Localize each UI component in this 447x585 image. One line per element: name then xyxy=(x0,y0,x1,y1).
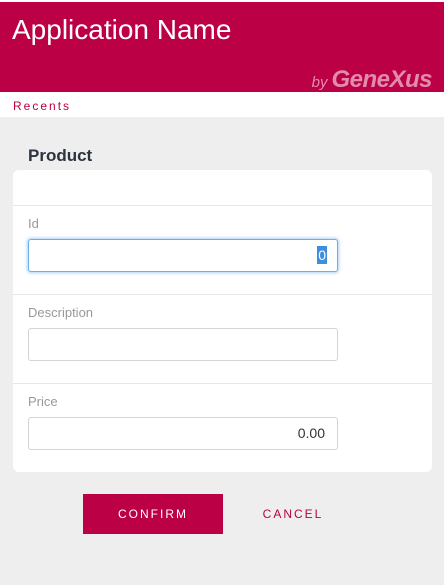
id-label: Id xyxy=(28,216,39,231)
price-field[interactable]: 0.00 xyxy=(28,417,338,450)
page-title: Product xyxy=(28,146,93,165)
price-field-value: 0.00 xyxy=(297,425,325,441)
genexus-brand-logo: by GeneXus xyxy=(311,66,433,94)
confirm-button[interactable]: CONFIRM xyxy=(83,494,223,534)
breadcrumb: Recents xyxy=(0,92,444,117)
app-header: Application Name by GeneXus xyxy=(0,2,444,94)
app-page: Application Name by GeneXus Recents Produ… xyxy=(0,0,447,585)
brand-by-text: by xyxy=(311,74,328,91)
card-divider xyxy=(13,383,432,384)
main-content: Product Id 0 Description Price 0.00 CONF… xyxy=(0,117,444,585)
product-form-card: Id 0 Description Price 0.00 xyxy=(13,170,432,472)
card-divider xyxy=(13,205,432,206)
price-label: Price xyxy=(28,394,58,409)
app-title: Application Name xyxy=(12,14,232,45)
id-field-value: 0 xyxy=(317,246,327,264)
cancel-button[interactable]: CANCEL xyxy=(243,494,343,534)
recents-link[interactable]: Recents xyxy=(13,99,71,113)
description-field[interactable] xyxy=(28,328,338,361)
card-divider xyxy=(13,294,432,295)
form-actions: CONFIRM CANCEL xyxy=(0,494,444,534)
id-field[interactable]: 0 xyxy=(28,239,338,272)
description-label: Description xyxy=(28,305,94,320)
brand-name-text: GeneXus xyxy=(331,66,432,93)
